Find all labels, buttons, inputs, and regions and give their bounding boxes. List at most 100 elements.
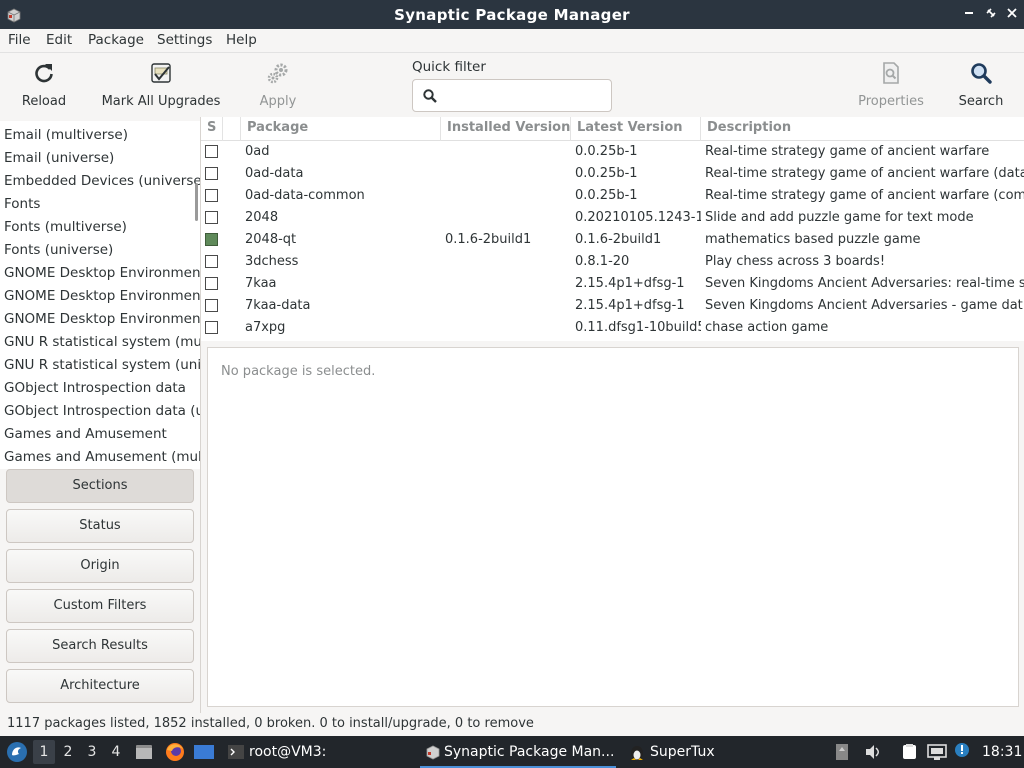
menu-edit[interactable]: Edit [46, 32, 72, 48]
workspace-1[interactable]: 1 [33, 740, 55, 764]
latest-version-cell: 0.11.dfsg1-10build5 [575, 320, 701, 335]
apply-label: Apply [259, 94, 297, 109]
latest-version-cell: 2.15.4p1+dfsg-1 [575, 276, 685, 291]
minimize-icon[interactable] [961, 5, 977, 21]
column-header-package[interactable]: Package [241, 117, 441, 141]
not-installed-checkbox[interactable] [205, 145, 218, 158]
section-item[interactable]: Fonts (universe) [4, 239, 200, 262]
menu-bar: File Edit Package Settings Help [0, 29, 1024, 53]
workspace-2[interactable]: 2 [57, 740, 79, 764]
terminal-icon [228, 745, 244, 759]
section-item[interactable]: GNOME Desktop Environment [4, 308, 200, 331]
latest-version-cell: 0.20210105.1243-1 [575, 210, 701, 225]
properties-button[interactable]: Properties [854, 61, 928, 111]
column-header-support[interactable] [223, 117, 241, 141]
sections-filter-button[interactable]: Sections [6, 469, 194, 503]
status-filter-button[interactable]: Status [6, 509, 194, 543]
package-name-cell: 7kaa [245, 276, 277, 291]
reload-button[interactable]: Reload [14, 61, 74, 111]
section-item[interactable]: Games and Amusement [4, 423, 200, 446]
latest-version-cell: 0.0.25b-1 [575, 144, 638, 159]
section-item[interactable]: Embedded Devices (universe) [4, 170, 200, 193]
filter-sidebar: Email (multiverse) Email (universe) Embe… [0, 117, 201, 713]
architecture-filter-button[interactable]: Architecture [6, 669, 194, 703]
not-installed-checkbox[interactable] [205, 189, 218, 202]
quick-filter-input[interactable] [445, 84, 605, 108]
desktop-icon[interactable] [193, 742, 215, 762]
table-row[interactable]: 2048 0.20210105.1243-1 Slide and add puzzl… [201, 207, 1024, 229]
volume-icon[interactable] [864, 743, 882, 761]
section-item[interactable]: Email (multiverse) [4, 124, 200, 147]
package-name-cell: 0ad-data [245, 166, 304, 181]
taskbar: 1 2 3 4 root@VM3: ~ Synaptic Package Man… [0, 736, 1024, 768]
section-item[interactable]: GNU R statistical system (mul [4, 331, 200, 354]
section-list-scrollbar[interactable] [195, 183, 198, 221]
section-item[interactable]: GNU R statistical system (univ [4, 354, 200, 377]
search-results-button[interactable]: Search Results [6, 629, 194, 663]
notes-tray-icon[interactable] [901, 743, 919, 761]
firefox-icon[interactable] [164, 741, 186, 763]
not-installed-checkbox[interactable] [205, 277, 218, 290]
table-row[interactable]: 3dchess 0.8.1-20 Play chess across 3 board… [201, 251, 1024, 273]
section-item[interactable]: GObject Introspection data [4, 377, 200, 400]
section-item[interactable]: GNOME Desktop Environment [4, 262, 200, 285]
not-installed-checkbox[interactable] [205, 167, 218, 180]
quick-filter-field[interactable] [412, 79, 612, 112]
package-name-cell: 2048 [245, 210, 279, 225]
description-cell: Real-time strategy game of ancient warfa… [705, 166, 1024, 181]
latest-version-cell: 2.15.4p1+dfsg-1 [575, 298, 685, 313]
clipboard-tray-icon[interactable] [834, 743, 850, 761]
task-synaptic[interactable]: Synaptic Package Man... [420, 736, 616, 768]
not-installed-checkbox[interactable] [205, 211, 218, 224]
column-header-status[interactable]: S [201, 117, 223, 141]
column-header-description[interactable]: Description [701, 117, 1024, 141]
package-details: No package is selected. [207, 347, 1019, 707]
table-row[interactable]: 0ad 0.0.25b-1 Real-time strategy game of a… [201, 141, 1024, 163]
menu-package[interactable]: Package [88, 32, 144, 48]
installed-checkbox[interactable] [205, 233, 218, 246]
section-item[interactable]: Email (universe) [4, 147, 200, 170]
section-item[interactable]: GObject Introspection data (un [4, 400, 200, 423]
network-icon[interactable] [927, 743, 947, 761]
table-row[interactable]: a7xpg 0.11.dfsg1-10build5 chase action gam… [201, 317, 1024, 339]
section-item[interactable]: Games and Amusement (mult [4, 446, 200, 469]
not-installed-checkbox[interactable] [205, 255, 218, 268]
workspace-3[interactable]: 3 [81, 740, 103, 764]
mark-all-upgrades-button[interactable]: Mark All Upgrades [98, 61, 224, 111]
maximize-icon[interactable] [983, 5, 999, 21]
workspace-4[interactable]: 4 [105, 740, 127, 764]
table-row[interactable]: 7kaa 2.15.4p1+dfsg-1 Seven Kingdoms Ancien… [201, 273, 1024, 295]
table-row[interactable]: 2048-qt 0.1.6-2build1 0.1.6-2build1 mathema… [201, 229, 1024, 251]
clock[interactable]: 18:31 [982, 736, 1022, 768]
menu-file[interactable]: File [8, 32, 31, 48]
table-row[interactable]: 0ad-data-common 0.0.25b-1 Real-time strate… [201, 185, 1024, 207]
mark-all-upgrades-label: Mark All Upgrades [101, 94, 221, 109]
search-button[interactable]: Search [954, 61, 1008, 111]
section-list[interactable]: Email (multiverse) Email (universe) Embe… [0, 121, 200, 469]
section-item[interactable]: GNOME Desktop Environment [4, 285, 200, 308]
not-installed-checkbox[interactable] [205, 299, 218, 312]
section-item[interactable]: Fonts [4, 193, 200, 216]
table-row[interactable]: 0ad-data 0.0.25b-1 Real-time strategy game… [201, 163, 1024, 185]
file-manager-icon[interactable] [134, 742, 154, 762]
menu-settings[interactable]: Settings [157, 32, 212, 48]
close-icon[interactable] [1004, 5, 1020, 21]
column-header-installed-version[interactable]: Installed Version [441, 117, 571, 141]
custom-filters-button[interactable]: Custom Filters [6, 589, 194, 623]
not-installed-checkbox[interactable] [205, 321, 218, 334]
package-table-header: S Package Installed Version Latest Versi… [201, 117, 1024, 141]
package-name-cell: 0ad-data-common [245, 188, 365, 203]
origin-filter-button[interactable]: Origin [6, 549, 194, 583]
menu-help[interactable]: Help [226, 32, 257, 48]
description-cell: Seven Kingdoms Ancient Adversaries - gam… [705, 298, 1023, 313]
section-item[interactable]: Fonts (multiverse) [4, 216, 200, 239]
column-header-latest-version[interactable]: Latest Version [571, 117, 701, 141]
package-table: S Package Installed Version Latest Versi… [201, 117, 1024, 341]
table-row[interactable]: 7kaa-data 2.15.4p1+dfsg-1 Seven Kingdoms A… [201, 295, 1024, 317]
synaptic-icon [426, 745, 440, 760]
start-menu-icon[interactable] [6, 741, 28, 763]
update-notifier-icon[interactable] [953, 741, 971, 759]
latest-version-cell: 0.1.6-2build1 [575, 232, 662, 247]
search-icon [423, 89, 437, 103]
apply-button[interactable]: Apply [254, 61, 302, 111]
